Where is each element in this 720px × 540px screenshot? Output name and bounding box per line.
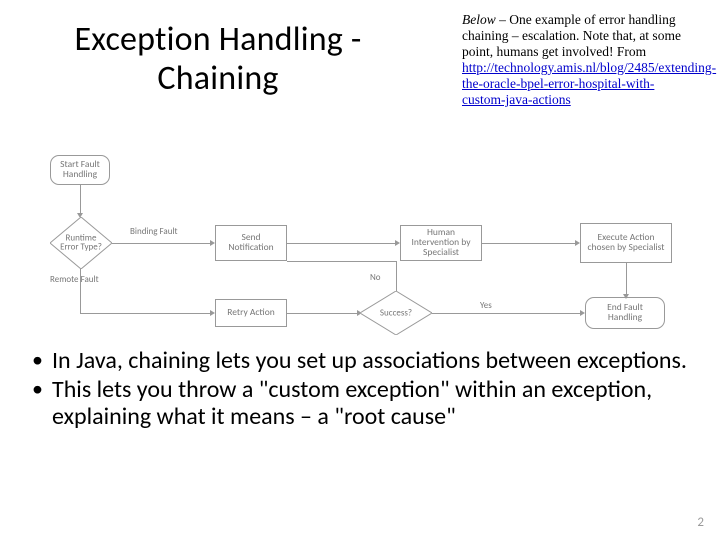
node-human-intervention-label: Human Intervention by Specialist xyxy=(404,228,478,258)
node-decision-success-label: Success? xyxy=(360,308,432,317)
node-send-notification: Send Notification xyxy=(215,225,287,261)
arrow-head-icon xyxy=(623,294,629,299)
list-item: This lets you throw a "custom exception"… xyxy=(30,377,690,431)
caption-note: Below – One example of error handling ch… xyxy=(462,12,690,108)
bullet-text: This lets you throw a "custom exception"… xyxy=(52,375,652,431)
arrow xyxy=(287,313,357,314)
label-binding-fault: Binding Fault xyxy=(130,227,178,236)
list-item: In Java, chaining lets you set up associ… xyxy=(30,348,690,375)
node-start-label: Start Fault Handling xyxy=(54,160,106,180)
label-no: No xyxy=(370,273,381,282)
source-link[interactable]: http://technology.amis.nl/blog/2485/exte… xyxy=(462,60,716,107)
node-decision-error-type: Runtime Error Type? xyxy=(50,217,112,269)
node-retry-action-label: Retry Action xyxy=(227,308,274,318)
label-remote-fault: Remote Fault xyxy=(50,275,99,284)
arrow xyxy=(80,269,81,313)
node-decision-success: Success? xyxy=(360,291,432,335)
node-send-notification-label: Send Notification xyxy=(219,233,283,253)
arrow xyxy=(80,185,81,213)
caption-text: – One example of error handling chaining… xyxy=(462,12,681,59)
node-execute-action-label: Execute Action chosen by Specialist xyxy=(584,233,668,253)
bullet-text: In Java, chaining lets you set up associ… xyxy=(52,346,687,375)
arrow xyxy=(112,243,210,244)
arrow xyxy=(396,261,397,291)
below-label: Below xyxy=(462,12,496,27)
node-end-label: End Fault Handling xyxy=(589,303,661,323)
slide: Exception Handling - Chaining Below – On… xyxy=(0,0,720,540)
arrow xyxy=(287,261,396,262)
node-start: Start Fault Handling xyxy=(50,155,110,185)
arrow xyxy=(432,313,580,314)
bullet-list: In Java, chaining lets you set up associ… xyxy=(30,348,690,433)
node-execute-action: Execute Action chosen by Specialist xyxy=(580,223,672,263)
flowchart-diagram: Start Fault Handling Runtime Error Type?… xyxy=(50,155,710,345)
page-title: Exception Handling - Chaining xyxy=(28,20,408,98)
node-human-intervention: Human Intervention by Specialist xyxy=(400,225,482,261)
node-retry-action: Retry Action xyxy=(215,299,287,327)
label-yes: Yes xyxy=(480,301,492,310)
arrow xyxy=(80,313,210,314)
node-end: End Fault Handling xyxy=(585,297,665,329)
arrow xyxy=(482,243,575,244)
page-number: 2 xyxy=(697,515,704,530)
arrow xyxy=(287,243,395,244)
node-decision-error-type-label: Runtime Error Type? xyxy=(50,234,112,253)
arrow xyxy=(626,263,627,297)
